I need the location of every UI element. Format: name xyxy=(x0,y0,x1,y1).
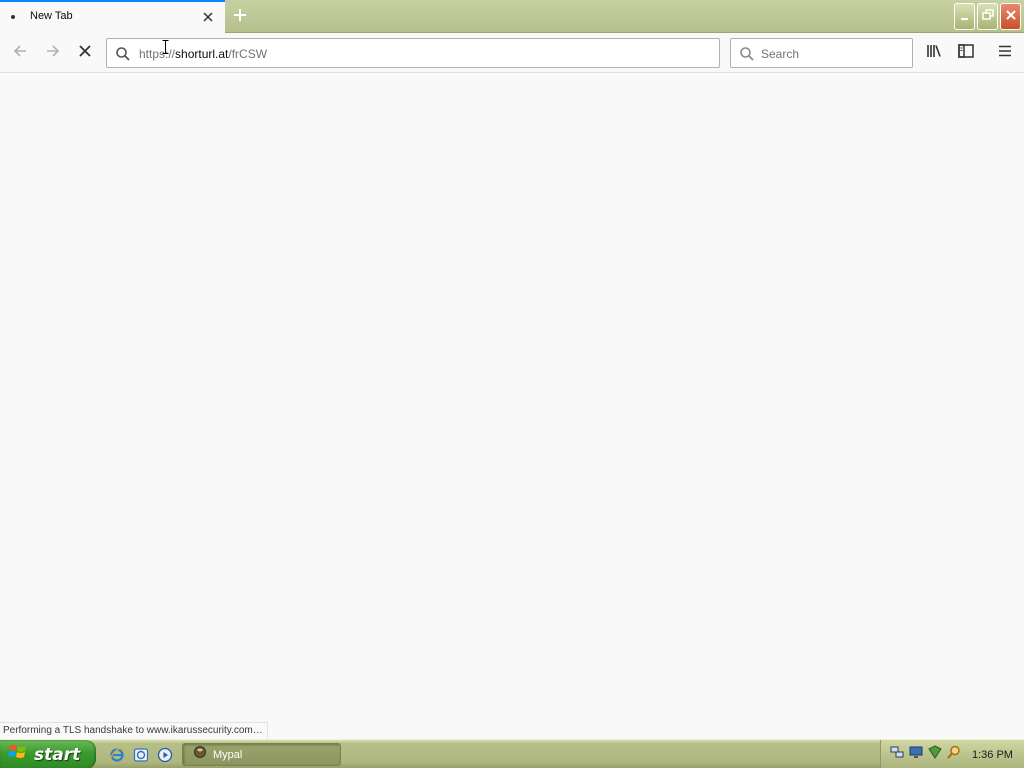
sidebar-icon xyxy=(957,42,975,65)
back-arrow-icon xyxy=(11,42,29,65)
forward-button[interactable] xyxy=(38,38,68,68)
close-window-icon xyxy=(1005,8,1017,26)
quick-launch-bar xyxy=(108,744,174,765)
url-host: shorturl.at xyxy=(175,47,229,61)
page-content: Performing a TLS handshake to www.ikarus… xyxy=(0,74,1024,739)
sidebar-button[interactable] xyxy=(951,38,981,68)
open-menu-button[interactable] xyxy=(990,38,1020,68)
start-button[interactable]: start xyxy=(0,740,96,768)
media-player-icon[interactable] xyxy=(156,746,174,764)
library-icon xyxy=(925,42,943,65)
text-cursor-icon xyxy=(162,40,169,59)
close-icon[interactable] xyxy=(201,10,215,24)
browser-icon[interactable] xyxy=(132,746,150,764)
hamburger-menu-icon xyxy=(997,43,1013,64)
app-icon xyxy=(193,745,207,764)
taskbar-window-button[interactable]: Mypal xyxy=(182,743,341,766)
restore-icon xyxy=(981,8,994,26)
start-label: start xyxy=(34,744,81,765)
security-icon[interactable] xyxy=(927,744,943,765)
url-text: https://shorturl.at/frCSW xyxy=(139,47,267,61)
back-button[interactable] xyxy=(5,38,35,68)
minimize-icon xyxy=(960,8,970,26)
system-tray: 1:36 PM xyxy=(880,740,1024,768)
search-icon xyxy=(739,46,755,67)
search-input[interactable] xyxy=(761,45,906,63)
tray-icons xyxy=(889,744,962,765)
taskbar-window-label: Mypal xyxy=(213,748,243,761)
url-bar[interactable]: https://shorturl.at/frCSW xyxy=(106,38,720,68)
windows-flag-icon xyxy=(8,743,28,766)
stop-button[interactable] xyxy=(70,38,100,68)
stop-icon xyxy=(77,43,93,64)
new-tab-button[interactable] xyxy=(229,6,251,28)
restore-button[interactable] xyxy=(977,3,998,30)
network-icon[interactable] xyxy=(889,744,905,765)
monitor-icon[interactable] xyxy=(908,744,924,765)
forward-arrow-icon xyxy=(44,42,62,65)
tab-new-tab[interactable]: New Tab xyxy=(0,0,225,33)
plus-icon xyxy=(232,7,248,28)
library-button[interactable] xyxy=(919,38,949,68)
tab-title: New Tab xyxy=(30,10,73,22)
clock[interactable]: 1:36 PM xyxy=(972,749,1013,761)
close-window-button[interactable] xyxy=(1000,3,1021,30)
url-path: /frCSW xyxy=(228,47,268,61)
magnifier-icon[interactable] xyxy=(946,744,962,765)
internet-explorer-icon[interactable] xyxy=(108,746,126,764)
minimize-button[interactable] xyxy=(954,3,975,30)
status-bar: Performing a TLS handshake to www.ikarus… xyxy=(0,722,268,739)
taskbar: start Mypal 1:36 PM xyxy=(0,739,1024,768)
search-bar[interactable] xyxy=(730,38,913,68)
screen: New Tab https://shorturl.at/frCSW Search… xyxy=(0,0,1024,768)
tab-strip: New Tab xyxy=(0,0,1024,33)
loading-dot-icon xyxy=(11,15,15,19)
navigation-toolbar: https://shorturl.at/frCSW xyxy=(0,33,1024,73)
search-icon xyxy=(115,46,131,67)
url-scheme: https:// xyxy=(139,47,176,61)
